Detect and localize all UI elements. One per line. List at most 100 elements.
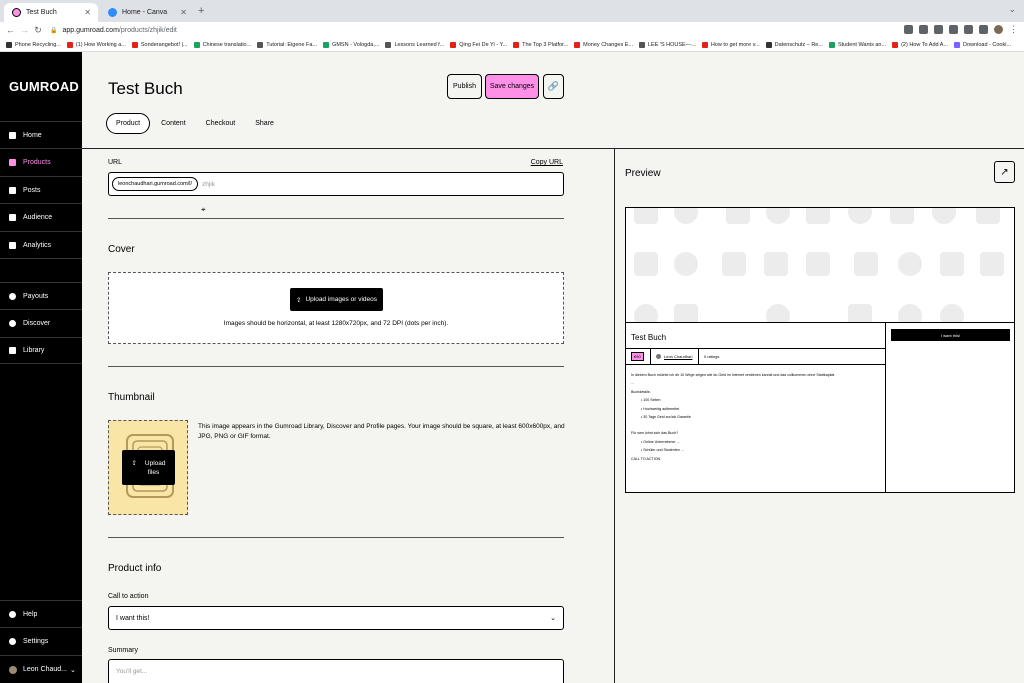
bookmark-label: Datenschutz – Re...	[774, 41, 823, 48]
close-tab-icon[interactable]: ✕	[180, 8, 187, 17]
sidebar-item-analytics[interactable]: Analytics	[0, 231, 82, 258]
sidebar-item-label: Audience	[23, 213, 53, 221]
bookmark-item[interactable]: Datenschutz – Re...	[765, 41, 823, 48]
bookmark-item[interactable]: GMSN - Vologda,...	[323, 41, 379, 48]
thumbnail-heading: Thumbnail	[108, 392, 155, 403]
reload-icon[interactable]: ↻	[34, 25, 42, 36]
bookmark-item[interactable]: (2) How To Add A...	[892, 41, 948, 48]
chevron-down-icon: ⌄	[550, 615, 556, 622]
sidepanel-icon[interactable]	[979, 25, 988, 34]
canva-favicon-icon	[108, 8, 117, 17]
copy-link-button[interactable]: 🔗	[543, 74, 564, 99]
browser-tab-active[interactable]: Test Buch ✕	[4, 3, 98, 22]
sidebar-item-home[interactable]: Home	[0, 121, 82, 148]
gumroad-logo[interactable]: GUMROAD	[9, 79, 79, 94]
publish-button[interactable]: Publish	[447, 74, 482, 99]
tab-content[interactable]: Content	[152, 114, 195, 133]
description-line: Für wen lohnt sich das Buch?	[631, 429, 881, 437]
author-cell[interactable]: Leon Chaudhari	[651, 348, 699, 365]
user-menu[interactable]: Leon Chaud... ⌄	[0, 655, 82, 683]
thumbnail-dropzone[interactable]: ⇪ Upload files	[108, 420, 188, 515]
sidebar-item-settings[interactable]: Settings	[0, 627, 82, 654]
bookmark-item[interactable]: Chinese translatio...	[193, 41, 251, 48]
user-name: Leon Chaud...	[23, 666, 67, 673]
tab-title: Home - Canva	[122, 9, 168, 16]
sidebar-item-label: Analytics	[23, 241, 52, 249]
url-field[interactable]: 🔒 app.gumroad.com/products/zhjik/edit	[50, 27, 177, 34]
bookmark-item[interactable]: Phone Recycling...	[6, 41, 61, 48]
bookmark-item[interactable]: LEE 'S HOUSE—...	[639, 41, 696, 48]
placeholder-icon	[634, 252, 658, 276]
preview-title: Preview	[625, 168, 661, 179]
bookmark-favicon-icon	[639, 41, 645, 48]
sidebar-spacer	[0, 258, 82, 282]
upload-files-button[interactable]: ⇪ Upload files	[122, 450, 175, 485]
share-icon[interactable]	[919, 25, 928, 34]
summary-input[interactable]: You'll get...	[108, 659, 564, 683]
back-icon[interactable]: ←	[6, 25, 15, 35]
placeholder-icon	[766, 304, 790, 322]
copy-url-link[interactable]: Copy URL	[531, 159, 563, 166]
kebab-menu-icon[interactable]: ⋮	[1009, 25, 1018, 34]
cover-dropzone[interactable]: ⇪ Upload images or videos Images should …	[108, 272, 564, 344]
url-prefix: leonchaudhari.gumroad.com/l/	[112, 177, 198, 191]
open-preview-button[interactable]: ↗	[994, 161, 1015, 183]
tab-search-icon[interactable]: ⌄	[1008, 4, 1016, 15]
sidebar-item-library[interactable]: Library	[0, 337, 82, 364]
bookmark-item[interactable]: (1) How Working a...	[66, 41, 126, 48]
bookmark-item[interactable]: Sonderangebot! |...	[131, 41, 188, 48]
new-tab-button[interactable]: +	[198, 5, 204, 17]
sidebar-item-audience[interactable]: Audience	[0, 203, 82, 230]
cover-hint: Images should be horizontal, at least 12…	[223, 320, 449, 327]
bookmark-item[interactable]: The Top 3 Platfor...	[513, 41, 568, 48]
star-icon[interactable]	[934, 25, 943, 34]
sidebar-item-label: Payouts	[23, 292, 49, 300]
bookmark-favicon-icon	[257, 41, 264, 48]
bookmark-label: Qing Fei De Yi - Y...	[459, 41, 508, 48]
bookmark-item[interactable]: Qing Fei De Yi - Y...	[450, 41, 508, 48]
placeholder-icon	[806, 252, 830, 276]
forward-icon[interactable]: →	[20, 25, 29, 35]
help-icon	[9, 610, 16, 618]
placeholder-icon	[634, 304, 658, 322]
placeholder-icon	[634, 208, 658, 224]
bookmark-item[interactable]: How to get more v...	[701, 41, 760, 48]
tab-checkout[interactable]: Checkout	[197, 114, 245, 133]
sidebar-item-discover[interactable]: Discover	[0, 309, 82, 336]
bookmark-item[interactable]: Tutorial: Eigene Fa...	[257, 41, 317, 48]
puzzle-icon[interactable]	[964, 25, 973, 34]
cta-select[interactable]: I want this! ⌄	[108, 606, 564, 630]
buy-button[interactable]: I want this!	[891, 329, 1010, 341]
posts-icon	[9, 186, 16, 194]
description-bullet: • 100 Seiten	[631, 396, 881, 404]
description-bullet: • Online Unternehmer ...	[631, 438, 881, 446]
address-bar: ← → ↻ 🔒 app.gumroad.com/products/zhjik/e…	[0, 22, 1024, 38]
bookmark-item[interactable]: Download - Cooki...	[954, 41, 1011, 48]
sidebar-item-label: Library	[23, 347, 45, 354]
bookmark-item[interactable]: Money Changes E...	[574, 41, 633, 48]
tab-product[interactable]: Product	[106, 113, 151, 134]
url-input[interactable]: leonchaudhari.gumroad.com/l/ zhjik	[108, 172, 564, 196]
description-text: CALL TO ACTION	[631, 456, 661, 461]
bookmark-item[interactable]: Student Wants an...	[828, 41, 886, 48]
profile-avatar-icon[interactable]	[994, 25, 1003, 34]
placeholder-icon	[764, 252, 788, 276]
link-icon: 🔗	[547, 81, 560, 91]
extension-icon[interactable]	[949, 25, 958, 34]
sidebar-item-products[interactable]: Products	[0, 148, 82, 175]
close-tab-icon[interactable]: ✕	[84, 8, 91, 17]
upload-images-button[interactable]: ⇪ Upload images or videos	[290, 288, 383, 311]
translate-icon[interactable]	[904, 25, 913, 34]
bookmark-item[interactable]: Lessons Learned f...	[385, 41, 444, 48]
sidebar-item-payouts[interactable]: Payouts	[0, 282, 82, 309]
save-changes-button[interactable]: Save changes	[485, 74, 539, 99]
tab-share[interactable]: Share	[246, 114, 283, 133]
sidebar-item-help[interactable]: Help	[0, 600, 82, 627]
gear-icon	[9, 637, 16, 645]
gumroad-favicon-icon	[12, 8, 21, 17]
browser-tab[interactable]: Home - Canva ✕	[100, 3, 194, 22]
sidebar-item-posts[interactable]: Posts	[0, 176, 82, 203]
payouts-icon	[9, 292, 16, 300]
bookmark-favicon-icon	[574, 41, 581, 48]
placeholder-icon	[898, 304, 922, 322]
